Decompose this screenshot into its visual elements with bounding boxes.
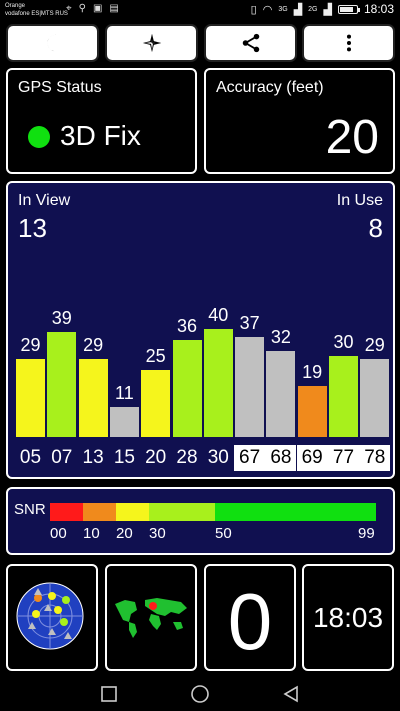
prn-label-67: 67 (234, 445, 266, 471)
night-mode-button[interactable] (6, 24, 99, 62)
snr-label: SNR (14, 501, 46, 518)
prn-label-15: 15 (113, 447, 135, 468)
share-button[interactable] (204, 24, 297, 62)
network-2g: 2G (308, 5, 318, 13)
battery-icon (337, 4, 360, 14)
in-view-count: 13 (18, 213, 47, 243)
snr-tick-10: 10 (83, 525, 100, 542)
satellite-snr-panel: In View 13 In Use 8 29 05 39 07 29 13 11 15 25 20… (6, 181, 395, 479)
snr-scale-segment (83, 503, 116, 521)
carrier-info: Orange vodafone ES|MTS RUS (5, 2, 68, 18)
snr-tick-20: 20 (116, 525, 133, 542)
world-map-icon (113, 596, 189, 638)
prn-label-69: 69 (296, 445, 328, 471)
prn-label-68: 68 (265, 445, 297, 471)
snr-tick-30: 30 (149, 525, 166, 542)
snr-value-05: 29 (20, 334, 41, 355)
location-icon: ⌖ (66, 3, 72, 14)
carrier-line-1: Orange (5, 3, 26, 9)
status-right: ▯ ◠ 3G ▟ 2G ▟ 18:03 (251, 2, 394, 16)
snr-bar-68 (266, 350, 296, 437)
image-icon: ▣ (92, 3, 103, 14)
vibrate-icon: ▯ (250, 3, 257, 16)
prn-label-77: 77 (328, 445, 359, 471)
compass-icon (142, 33, 161, 53)
fix-indicator-icon (28, 126, 50, 148)
snr-bar-69 (297, 385, 327, 437)
clock-value: 18:03 (312, 602, 384, 633)
fix-status: 3D Fix (60, 120, 141, 151)
snr-value-78: 29 (364, 334, 385, 355)
accuracy-label: Accuracy (feet) (216, 79, 324, 96)
status-bar: Orange vodafone ES|MTS RUS ⌖ ⚲ ▣ ▤ ▯ ◠ 3… (0, 0, 400, 20)
count-tile[interactable]: 0 (204, 564, 296, 671)
in-use-label: In Use (336, 192, 383, 209)
square-icon[interactable] (99, 684, 119, 704)
signal-icon-2: ▟ (323, 3, 332, 16)
snr-tick-99: 99 (358, 525, 375, 542)
clock-tile[interactable]: 18:03 (302, 564, 394, 671)
accuracy-value: 20 (325, 111, 379, 164)
carrier-line-2: vodafone ES|MTS RUS (5, 11, 68, 17)
gps-status-label: GPS Status (18, 79, 102, 96)
snr-bar-15 (109, 407, 139, 437)
prn-label-30: 30 (207, 447, 229, 468)
snr-value-69: 19 (302, 361, 323, 382)
navigation-bar (0, 676, 400, 711)
snr-scale-segment (116, 503, 149, 521)
network-3g: 3G (278, 5, 288, 13)
prn-label-28: 28 (176, 447, 198, 468)
wifi-icon: ◠ (262, 3, 273, 16)
snr-value-13: 29 (83, 334, 104, 355)
more-vert-icon (346, 34, 351, 52)
snr-bar-30 (203, 329, 233, 437)
snr-value-07: 39 (51, 307, 72, 328)
snr-tick-00: 00 (50, 525, 67, 542)
sky-plot-tile[interactable] (6, 564, 98, 671)
prn-label-20: 20 (145, 447, 167, 468)
more-options-button[interactable] (302, 24, 395, 62)
accuracy-panel: Accuracy (feet) 20 (204, 68, 395, 174)
usb-icon: ⚲ (78, 3, 86, 14)
share-icon (242, 33, 259, 53)
snr-bar-28 (172, 339, 202, 437)
snr-scale-segment (149, 503, 215, 521)
snr-scale-segment (50, 503, 83, 521)
compass-button[interactable] (105, 24, 198, 62)
snr-value-15: 11 (115, 383, 134, 404)
snr-tick-50: 50 (215, 525, 232, 542)
snr-scale-panel: SNR 00 10 20 30 50 99 (6, 487, 395, 555)
snr-value-68: 32 (270, 326, 291, 347)
prn-label-05: 05 (19, 447, 42, 468)
prn-label-78: 78 (359, 445, 391, 471)
notification-icons: ⌖ ⚲ ▣ ▤ (66, 3, 119, 14)
status-time: 18:03 (363, 2, 394, 16)
snr-bar-05 (16, 358, 45, 437)
briefcase-icon: ▤ (109, 3, 119, 14)
in-view-label: In View (18, 192, 71, 209)
snr-bar-67 (235, 337, 265, 437)
triangle-back-icon[interactable] (281, 684, 301, 704)
snr-bar-78 (360, 358, 390, 437)
snr-bar-20 (141, 369, 171, 437)
snr-bar-13 (78, 358, 108, 437)
count-value: 0 (227, 577, 273, 666)
prn-label-13: 13 (82, 447, 104, 468)
signal-icon: ▟ (293, 3, 303, 16)
snr-scale-segment (215, 503, 376, 521)
snr-value-20: 25 (145, 345, 166, 366)
snr-bar-77 (329, 356, 358, 437)
moon-icon (46, 34, 56, 52)
snr-bar-07 (47, 331, 77, 437)
sky-plot-icon (16, 582, 84, 650)
world-map-tile[interactable] (105, 564, 197, 671)
prn-label-07: 07 (51, 447, 73, 468)
in-use-count: 8 (368, 213, 383, 243)
circle-icon[interactable] (190, 684, 210, 704)
gps-status-panel: GPS Status 3D Fix (6, 68, 197, 174)
